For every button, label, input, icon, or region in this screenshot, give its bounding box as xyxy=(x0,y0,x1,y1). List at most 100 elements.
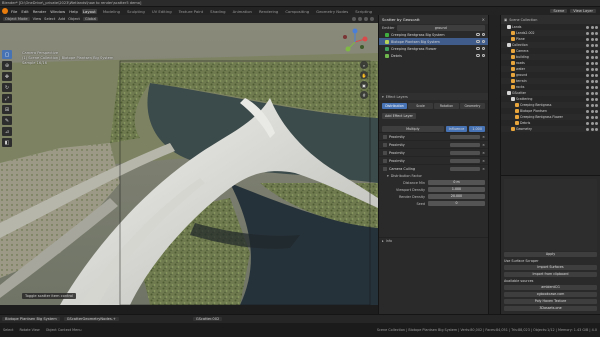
checkbox-icon[interactable] xyxy=(586,31,589,35)
workspace-tab-animation[interactable]: Animation xyxy=(232,9,253,14)
layer-influence-bar[interactable] xyxy=(450,134,481,139)
remove-layer-icon[interactable]: × xyxy=(482,159,485,163)
layer-checkbox[interactable] xyxy=(383,142,387,147)
eye-icon[interactable] xyxy=(590,85,594,89)
camera-icon[interactable] xyxy=(595,67,598,71)
remove-layer-icon[interactable]: × xyxy=(482,167,485,171)
eye-icon[interactable] xyxy=(590,67,594,71)
eye-icon[interactable] xyxy=(476,46,480,51)
checkbox-icon[interactable] xyxy=(586,25,589,29)
checkbox-icon[interactable] xyxy=(586,85,589,89)
menu-edit[interactable]: Edit xyxy=(21,9,28,14)
checkbox-icon[interactable] xyxy=(586,109,589,113)
cursor-tool-icon[interactable]: ⊕ xyxy=(2,61,12,70)
system-row-1[interactable]: Biotope Plantsen Big System xyxy=(379,38,488,45)
system-row-2[interactable]: Creeping Bentgrass Flower xyxy=(379,45,488,52)
menu-render[interactable]: Render xyxy=(33,9,47,14)
eye-icon[interactable] xyxy=(590,61,594,65)
camera-icon[interactable] xyxy=(595,115,598,119)
workspace-tab-layout[interactable]: Layout xyxy=(81,8,97,14)
checkbox-icon[interactable] xyxy=(586,127,589,131)
camera-icon[interactable] xyxy=(481,46,485,51)
rendered-shading-icon[interactable] xyxy=(370,17,374,21)
eye-icon[interactable] xyxy=(590,43,594,47)
workspace-tab-modeling[interactable]: Modeling xyxy=(102,9,121,14)
material-shading-icon[interactable] xyxy=(364,17,368,21)
transform-tool-icon[interactable]: ⊞ xyxy=(2,105,12,114)
scene-selector[interactable]: Scene xyxy=(550,9,568,13)
effect-layer-row[interactable]: Proximity × xyxy=(379,140,488,148)
view-layer-selector[interactable]: View Layer xyxy=(570,9,596,13)
menu-add[interactable]: Add xyxy=(58,17,65,21)
menu-window[interactable]: Window xyxy=(50,9,65,14)
effect-layers-header[interactable]: ▾ Effect Layers xyxy=(379,93,488,100)
navigation-gizmo[interactable] xyxy=(340,27,370,57)
field-value[interactable]: 0 xyxy=(428,201,485,206)
info-section-header[interactable]: ▸ Info xyxy=(379,237,488,244)
eye-icon[interactable] xyxy=(590,109,594,113)
camera-icon[interactable] xyxy=(595,49,598,53)
eye-icon[interactable] xyxy=(590,25,594,29)
camera-icon[interactable] xyxy=(595,109,598,113)
checkbox-icon[interactable] xyxy=(586,103,589,107)
camera-view-icon[interactable]: ▣ xyxy=(360,81,368,89)
emitter-field[interactable]: ground xyxy=(396,24,485,31)
effect-layer-row[interactable]: Proximity × xyxy=(379,148,488,156)
camera-icon[interactable] xyxy=(595,127,598,131)
wireframe-shading-icon[interactable] xyxy=(352,17,356,21)
workspace-tab-uv-editing[interactable]: UV Editing xyxy=(151,9,173,14)
source-button[interactable]: 3Dassets.one xyxy=(504,306,597,311)
outliner-row[interactable]: Geometry xyxy=(501,126,600,132)
camera-icon[interactable] xyxy=(595,37,598,41)
layer-checkbox[interactable] xyxy=(383,158,387,163)
tab-distribution[interactable]: Distribution xyxy=(382,103,407,109)
effect-layer-row[interactable]: Proximity × xyxy=(379,156,488,164)
orientation-selector[interactable]: Global xyxy=(82,17,99,21)
tab-scale[interactable]: Scale xyxy=(408,103,433,109)
eye-icon[interactable] xyxy=(590,97,594,101)
import-clipboard-button[interactable]: Import from clipboard xyxy=(504,272,597,277)
scale-tool-icon[interactable]: ⤢ xyxy=(2,94,12,103)
effect-layer-row[interactable]: Proximity × xyxy=(379,132,488,140)
camera-icon[interactable] xyxy=(595,121,598,125)
measure-tool-icon[interactable]: ⊿ xyxy=(2,127,12,136)
camera-icon[interactable] xyxy=(481,53,485,58)
camera-icon[interactable] xyxy=(481,39,485,44)
remove-layer-icon[interactable]: × xyxy=(482,143,485,147)
node-tree-selector[interactable]: GScatterGeometryNodes.+ xyxy=(63,317,119,321)
add-cube-tool-icon[interactable]: ◧ xyxy=(2,138,12,147)
field-value[interactable]: 20.000 xyxy=(428,194,485,199)
menu-file[interactable]: File xyxy=(11,9,17,14)
3d-viewport[interactable]: Camera Perspective (1) Scene Collection … xyxy=(0,23,378,305)
select-box-tool-icon[interactable]: ▢ xyxy=(2,50,12,59)
eye-icon[interactable] xyxy=(476,32,480,37)
eye-icon[interactable] xyxy=(590,31,594,35)
system-row-3[interactable]: Debris xyxy=(379,52,488,59)
node-group-selector[interactable]: GScatter.002 xyxy=(192,317,223,321)
workspace-tab-scripting[interactable]: Scripting xyxy=(354,9,373,14)
source-button[interactable]: ambientCG xyxy=(504,285,597,290)
workspace-tab-shading[interactable]: Shading xyxy=(209,9,226,14)
eye-icon[interactable] xyxy=(590,127,594,131)
checkbox-icon[interactable] xyxy=(586,97,589,101)
camera-icon[interactable] xyxy=(595,43,598,47)
checkbox-icon[interactable] xyxy=(586,121,589,125)
layer-influence-bar[interactable] xyxy=(450,142,481,147)
layer-checkbox[interactable] xyxy=(383,166,387,171)
camera-icon[interactable] xyxy=(595,55,598,59)
camera-icon[interactable] xyxy=(595,61,598,65)
eye-icon[interactable] xyxy=(590,49,594,53)
camera-icon[interactable] xyxy=(595,97,598,101)
menu-object[interactable]: Object xyxy=(68,17,80,21)
workspace-tab-geometry-nodes[interactable]: Geometry Nodes xyxy=(315,9,349,14)
camera-icon[interactable] xyxy=(595,73,598,77)
eye-icon[interactable] xyxy=(476,53,480,58)
apply-button[interactable]: Apply xyxy=(504,252,597,257)
checkbox-icon[interactable] xyxy=(586,115,589,119)
annotate-tool-icon[interactable]: ✎ xyxy=(2,116,12,125)
checkbox-icon[interactable] xyxy=(586,67,589,71)
eye-icon[interactable] xyxy=(590,55,594,59)
rotate-tool-icon[interactable]: ↻ xyxy=(2,83,12,92)
workspace-tab-texture-paint[interactable]: Texture Paint xyxy=(178,9,205,14)
influence-value[interactable]: 1.000 xyxy=(469,125,485,132)
